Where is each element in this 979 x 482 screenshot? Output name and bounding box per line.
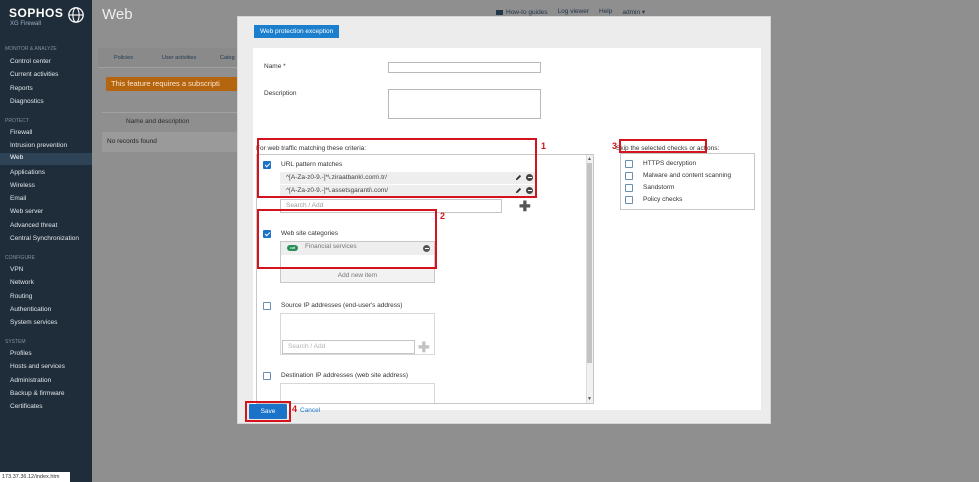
sidebar-item-certificates[interactable]: Certificates <box>10 402 90 414</box>
source-ip-checkbox[interactable] <box>263 302 271 310</box>
cancel-button[interactable]: Cancel <box>300 407 320 414</box>
sidebar-item-firewall[interactable]: Firewall <box>10 128 90 140</box>
description-label: Description <box>264 90 297 97</box>
how-to-link[interactable]: How-to guides <box>496 8 548 16</box>
highlight-box-categories <box>257 209 437 269</box>
description-field[interactable] <box>388 89 541 119</box>
highlight-box-save <box>245 401 291 422</box>
product-name: XG Firewall <box>10 21 42 27</box>
table-header-name: Name and description <box>126 118 190 125</box>
https-decryption-checkbox[interactable] <box>625 160 633 168</box>
sidebar-item-intrusion-prevention[interactable]: Intrusion prevention <box>10 141 90 153</box>
brand-name: SOPHOS <box>9 6 64 20</box>
tab-user-activities[interactable]: User activities <box>162 55 196 61</box>
sidebar-item-hosts-services[interactable]: Hosts and services <box>10 362 90 374</box>
tab-policies[interactable]: Policies <box>114 55 133 61</box>
annotation-number: 3 <box>612 141 618 151</box>
dest-ip-list <box>280 383 435 403</box>
add-category-button[interactable]: Add new item <box>281 268 434 282</box>
sidebar-item-network[interactable]: Network <box>10 278 90 290</box>
sidebar-item-authentication[interactable]: Authentication <box>10 305 90 317</box>
policy-checks-label: Policy checks <box>643 196 683 203</box>
scrollbar[interactable]: ▲ ▼ <box>586 155 593 403</box>
scroll-up-icon[interactable]: ▲ <box>587 156 592 162</box>
dialog-title-tab: Web protection exception <box>254 25 340 38</box>
name-field[interactable] <box>388 62 541 73</box>
sidebar-item-diagnostics[interactable]: Diagnostics <box>10 97 90 109</box>
annotation-number: 4 <box>292 404 298 414</box>
add-plus-icon[interactable]: ✚ <box>418 340 430 354</box>
page-title: Web <box>102 6 133 23</box>
log-viewer-link[interactable]: Log viewer <box>558 8 589 16</box>
malware-scanning-label: Malware and content scanning <box>643 172 732 179</box>
sophos-logo[interactable]: SOPHOS XG Firewall <box>9 6 87 30</box>
add-plus-icon[interactable]: ✚ <box>519 199 531 213</box>
policy-checks-checkbox[interactable] <box>625 196 633 204</box>
malware-scanning-checkbox[interactable] <box>625 172 633 180</box>
sidebar-item-system-services[interactable]: System services <box>10 318 90 330</box>
sidebar-item-wireless[interactable]: Wireless <box>10 181 90 193</box>
sidebar: SOPHOS XG Firewall MONITOR & ANALYZE Con… <box>0 0 92 482</box>
sidebar-item-routing[interactable]: Routing <box>10 292 90 304</box>
sidebar-item-web[interactable]: Web <box>0 153 92 165</box>
sidebar-item-vpn[interactable]: VPN <box>10 265 90 277</box>
sidebar-item-reports[interactable]: Reports <box>10 84 90 96</box>
sidebar-item-control-center[interactable]: Control center <box>10 57 90 69</box>
name-label: Name * <box>264 63 286 70</box>
scrollbar-thumb[interactable] <box>587 163 592 363</box>
help-link[interactable]: Help <box>599 8 612 16</box>
status-bar-url: 173.37.36.12/index.htm <box>0 472 70 482</box>
dest-ip-checkbox[interactable] <box>263 372 271 380</box>
rules-table: Name and description No records found <box>102 112 238 152</box>
sidebar-item-web-server[interactable]: Web server <box>10 207 90 219</box>
highlight-box-https <box>619 139 707 153</box>
sandstorm-checkbox[interactable] <box>625 184 633 192</box>
sidebar-item-profiles[interactable]: Profiles <box>10 349 90 361</box>
top-links: How-to guides Log viewer Help admin ▾ <box>496 8 645 16</box>
globe-icon <box>68 7 84 23</box>
sidebar-item-advanced-threat[interactable]: Advanced threat <box>10 221 90 233</box>
nav-section-configure: CONFIGURE <box>5 255 35 261</box>
annotation-number: 2 <box>440 211 446 221</box>
how-to-label: How-to guides <box>506 8 548 16</box>
highlight-box-url-patterns <box>257 138 537 198</box>
sidebar-item-applications[interactable]: Applications <box>10 168 90 180</box>
video-icon <box>496 9 503 15</box>
empty-table-row: No records found <box>102 132 238 152</box>
subscription-banner: This feature requires a subscripti <box>106 77 238 91</box>
sandstorm-label: Sandstorm <box>643 184 675 191</box>
https-decryption-label: HTTPS decryption <box>643 160 697 167</box>
nav-section-protect: PROTECT <box>5 118 29 124</box>
annotation-number: 1 <box>541 141 547 151</box>
source-ip-search-input[interactable]: Search / Add <box>282 340 415 354</box>
scroll-down-icon[interactable]: ▼ <box>587 396 592 402</box>
nav-section-system: SYSTEM <box>5 339 26 345</box>
sidebar-item-backup-firmware[interactable]: Backup & firmware <box>10 389 90 401</box>
tab-categories[interactable]: Categ <box>220 55 235 61</box>
sidebar-item-email[interactable]: Email <box>10 194 90 206</box>
sidebar-item-current-activities[interactable]: Current activities <box>10 70 90 82</box>
nav-section-monitor: MONITOR & ANALYZE <box>5 46 57 52</box>
skip-options: HTTPS decryption Malware and content sca… <box>620 153 755 210</box>
source-ip-label: Source IP addresses (end-user's address) <box>281 302 403 309</box>
sidebar-item-administration[interactable]: Administration <box>10 376 90 388</box>
admin-menu[interactable]: admin ▾ <box>622 8 645 16</box>
dest-ip-label: Destination IP addresses (web site addre… <box>281 372 409 379</box>
sidebar-item-central-sync[interactable]: Central Synchronization <box>10 234 90 246</box>
